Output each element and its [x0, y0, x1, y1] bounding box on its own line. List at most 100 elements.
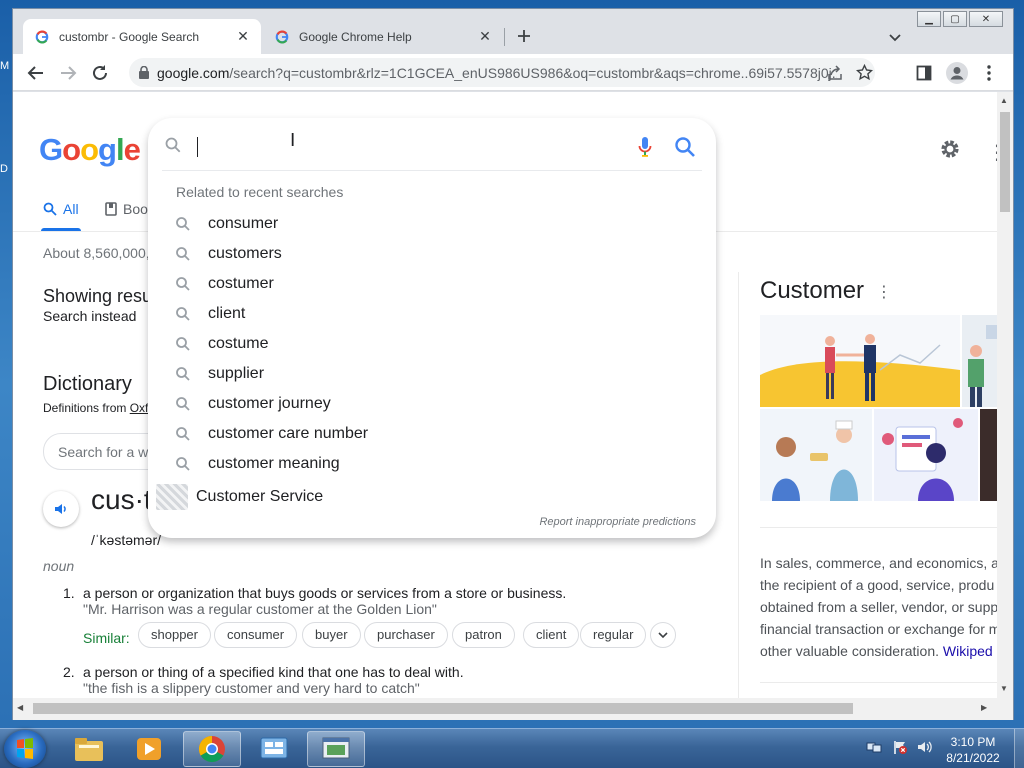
system-clock[interactable]: 3:10 PM 8/21/2022: [938, 734, 1008, 766]
similar-chip[interactable]: shopper: [138, 622, 211, 648]
suggestion-item[interactable]: customer journey: [148, 389, 716, 419]
apps-menu-icon[interactable]: ⋮: [987, 140, 997, 165]
taskbar-media-player[interactable]: [120, 731, 178, 767]
taskbar-control-panel[interactable]: [245, 731, 303, 767]
avatar-icon: [946, 62, 968, 84]
taskbar-chrome[interactable]: [183, 731, 241, 767]
pronounce-button[interactable]: [43, 491, 79, 527]
side-panel-button[interactable]: [913, 62, 935, 84]
scrollbar-thumb[interactable]: [33, 703, 853, 714]
address-bar[interactable]: google.com/search?q=custombr&rlz=1C1GCEA…: [129, 58, 875, 87]
suggestion-item[interactable]: consumer: [148, 209, 716, 239]
result-stats: About 8,560,000,: [43, 245, 150, 261]
report-predictions-link[interactable]: Report inappropriate predictions: [539, 516, 696, 528]
description-line: In sales, commerce, and economics, a: [760, 555, 997, 571]
knowledge-panel-image[interactable]: [874, 409, 978, 501]
taskbar: 3:10 PM 8/21/2022: [0, 728, 1024, 768]
tab-all[interactable]: All: [43, 201, 79, 217]
suggestion-text: consumer: [208, 215, 279, 232]
more-options-icon[interactable]: ⋮: [876, 282, 892, 302]
more-similar-button[interactable]: [650, 622, 676, 648]
maximize-button[interactable]: ▢: [943, 11, 967, 27]
forward-button[interactable]: [57, 62, 79, 84]
kebab-menu-icon: [987, 65, 991, 81]
similar-chip[interactable]: client: [523, 622, 580, 648]
chrome-menu-button[interactable]: [978, 62, 1000, 84]
suggestion-text: Customer Service: [196, 488, 324, 505]
horizontal-scrollbar[interactable]: ◀ ▶: [13, 698, 1013, 720]
suggestion-item[interactable]: client: [148, 299, 716, 329]
search-instead-link[interactable]: Search instead: [43, 308, 136, 324]
media-player-icon: [137, 738, 161, 760]
close-window-button[interactable]: ✕: [969, 11, 1003, 27]
volume-icon[interactable]: [916, 739, 932, 755]
wikipedia-link[interactable]: Wikiped: [943, 643, 993, 659]
suggestion-item[interactable]: costume: [148, 329, 716, 359]
tab-chrome-help[interactable]: Google Chrome Help ✕: [263, 19, 503, 54]
tab-search-button[interactable]: [885, 27, 905, 47]
knowledge-panel-image[interactable]: [760, 409, 872, 501]
definition-example: "the fish is a slippery customer and ver…: [83, 680, 420, 696]
similar-chip[interactable]: purchaser: [364, 622, 448, 648]
suggestion-text: costumer: [208, 275, 274, 292]
taskbar-explorer[interactable]: [60, 731, 118, 767]
vertical-scrollbar[interactable]: ▲ ▼: [997, 92, 1013, 698]
similar-chip[interactable]: buyer: [302, 622, 361, 648]
search-submit-icon[interactable]: [674, 136, 696, 158]
minimize-button[interactable]: ▁: [917, 11, 941, 27]
share-icon[interactable]: [827, 65, 843, 81]
tab-books[interactable]: Boo: [105, 201, 148, 217]
scroll-down-icon[interactable]: ▼: [1000, 684, 1008, 693]
bookmark-star-icon[interactable]: [856, 64, 873, 81]
arrow-right-icon: [61, 66, 77, 80]
scroll-left-icon[interactable]: ◀: [17, 703, 23, 712]
knowledge-panel-image[interactable]: [962, 315, 997, 407]
back-button[interactable]: [25, 62, 47, 84]
description-line: obtained from a seller, vendor, or supp: [760, 599, 997, 615]
microphone-icon[interactable]: [637, 136, 653, 158]
scroll-right-icon[interactable]: ▶: [981, 703, 987, 712]
suggestion-entity[interactable]: Customer Service: [148, 482, 716, 512]
tab-title: Google Chrome Help: [299, 29, 412, 44]
start-button[interactable]: [4, 730, 46, 768]
similar-chip[interactable]: consumer: [214, 622, 298, 648]
definition-example: "Mr. Harrison was a regular customer at …: [83, 601, 437, 617]
scrollbar-thumb[interactable]: [1000, 112, 1010, 212]
settings-gear-icon[interactable]: [938, 137, 962, 161]
definitions-source: Definitions from Oxf: [43, 401, 148, 415]
suggestion-item[interactable]: costumer: [148, 269, 716, 299]
oxford-link[interactable]: Oxf: [130, 401, 149, 415]
search-icon: [165, 137, 181, 153]
reload-button[interactable]: [89, 62, 111, 84]
similar-chip[interactable]: regular: [580, 622, 647, 648]
network-icon[interactable]: [866, 739, 882, 755]
scroll-up-icon[interactable]: ▲: [1000, 96, 1008, 105]
similar-chip[interactable]: patron: [452, 622, 515, 648]
knowledge-panel-divider: [738, 272, 739, 698]
url-host: google.com: [157, 65, 230, 81]
taskbar-window[interactable]: [307, 731, 365, 767]
action-center-flag-icon[interactable]: [892, 739, 908, 755]
suggestion-item[interactable]: supplier: [148, 359, 716, 389]
search-icon: [176, 367, 190, 381]
clock-date: 8/21/2022: [946, 751, 1000, 765]
knowledge-panel-image[interactable]: [980, 409, 997, 501]
search-input[interactable]: [197, 137, 198, 157]
knowledge-panel-image[interactable]: [760, 315, 960, 407]
show-desktop-button[interactable]: [1014, 729, 1024, 768]
close-tab-icon[interactable]: ✕: [235, 28, 251, 45]
suggestion-item[interactable]: customers: [148, 239, 716, 269]
suggestion-item[interactable]: customer meaning: [148, 449, 716, 479]
logo-letter: o: [80, 132, 99, 167]
close-tab-icon[interactable]: ✕: [477, 28, 493, 45]
google-logo[interactable]: Google: [39, 132, 141, 168]
definition-number: 1.: [63, 585, 75, 601]
suggestion-item[interactable]: customer care number: [148, 419, 716, 449]
tab-google-search[interactable]: custombr - Google Search ✕: [23, 19, 261, 54]
definition-number: 2.: [63, 664, 75, 680]
new-tab-button[interactable]: [513, 25, 535, 47]
profile-button[interactable]: [946, 62, 968, 84]
tab-separator: [504, 28, 505, 46]
url-text: google.com/search?q=custombr&rlz=1C1GCEA…: [157, 65, 837, 81]
search-icon: [176, 277, 190, 291]
